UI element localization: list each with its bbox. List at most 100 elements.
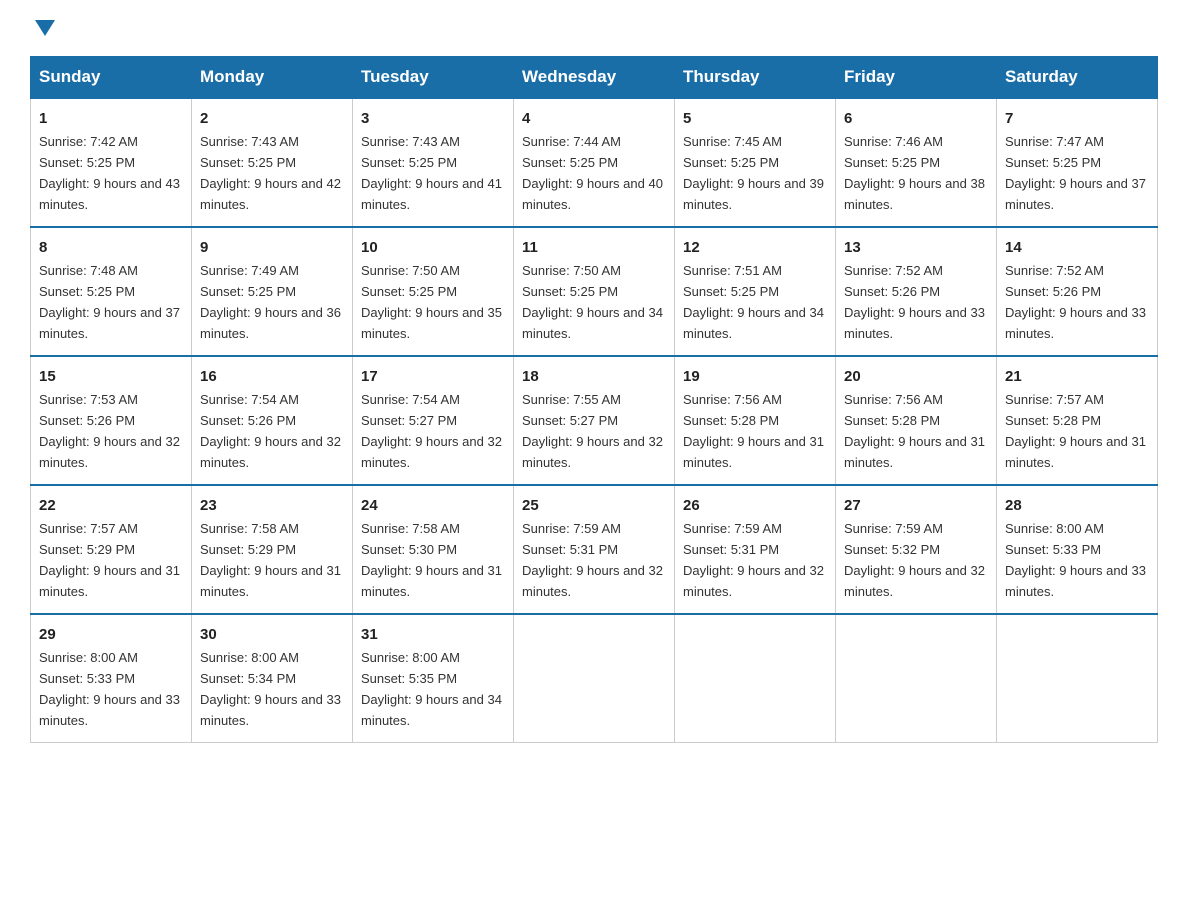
calendar-cell: 18 Sunrise: 7:55 AMSunset: 5:27 PMDaylig… (514, 356, 675, 485)
day-info: Sunrise: 7:44 AMSunset: 5:25 PMDaylight:… (522, 134, 663, 212)
column-header-monday: Monday (192, 57, 353, 99)
day-info: Sunrise: 7:57 AMSunset: 5:29 PMDaylight:… (39, 521, 180, 599)
calendar-cell: 29 Sunrise: 8:00 AMSunset: 5:33 PMDaylig… (31, 614, 192, 742)
day-info: Sunrise: 8:00 AMSunset: 5:35 PMDaylight:… (361, 650, 502, 728)
column-header-thursday: Thursday (675, 57, 836, 99)
day-info: Sunrise: 7:51 AMSunset: 5:25 PMDaylight:… (683, 263, 824, 341)
column-header-wednesday: Wednesday (514, 57, 675, 99)
day-number: 9 (200, 236, 344, 259)
day-number: 29 (39, 623, 183, 646)
calendar-cell: 23 Sunrise: 7:58 AMSunset: 5:29 PMDaylig… (192, 485, 353, 614)
day-info: Sunrise: 8:00 AMSunset: 5:34 PMDaylight:… (200, 650, 341, 728)
calendar-cell: 8 Sunrise: 7:48 AMSunset: 5:25 PMDayligh… (31, 227, 192, 356)
day-number: 18 (522, 365, 666, 388)
calendar-cell: 1 Sunrise: 7:42 AMSunset: 5:25 PMDayligh… (31, 98, 192, 227)
day-info: Sunrise: 7:50 AMSunset: 5:25 PMDaylight:… (522, 263, 663, 341)
calendar-cell: 2 Sunrise: 7:43 AMSunset: 5:25 PMDayligh… (192, 98, 353, 227)
day-number: 25 (522, 494, 666, 517)
day-number: 26 (683, 494, 827, 517)
day-number: 5 (683, 107, 827, 130)
calendar-cell: 3 Sunrise: 7:43 AMSunset: 5:25 PMDayligh… (353, 98, 514, 227)
day-info: Sunrise: 7:48 AMSunset: 5:25 PMDaylight:… (39, 263, 180, 341)
day-info: Sunrise: 7:47 AMSunset: 5:25 PMDaylight:… (1005, 134, 1146, 212)
calendar-cell: 30 Sunrise: 8:00 AMSunset: 5:34 PMDaylig… (192, 614, 353, 742)
calendar-week-4: 22 Sunrise: 7:57 AMSunset: 5:29 PMDaylig… (31, 485, 1158, 614)
calendar-cell: 31 Sunrise: 8:00 AMSunset: 5:35 PMDaylig… (353, 614, 514, 742)
calendar-cell: 27 Sunrise: 7:59 AMSunset: 5:32 PMDaylig… (836, 485, 997, 614)
day-number: 7 (1005, 107, 1149, 130)
day-info: Sunrise: 7:59 AMSunset: 5:32 PMDaylight:… (844, 521, 985, 599)
calendar-cell: 4 Sunrise: 7:44 AMSunset: 5:25 PMDayligh… (514, 98, 675, 227)
day-number: 28 (1005, 494, 1149, 517)
calendar-cell: 16 Sunrise: 7:54 AMSunset: 5:26 PMDaylig… (192, 356, 353, 485)
day-number: 30 (200, 623, 344, 646)
day-number: 8 (39, 236, 183, 259)
logo-triangle-icon (35, 20, 55, 36)
day-number: 22 (39, 494, 183, 517)
day-number: 12 (683, 236, 827, 259)
calendar-cell: 11 Sunrise: 7:50 AMSunset: 5:25 PMDaylig… (514, 227, 675, 356)
day-info: Sunrise: 7:52 AMSunset: 5:26 PMDaylight:… (1005, 263, 1146, 341)
day-number: 15 (39, 365, 183, 388)
calendar-cell: 9 Sunrise: 7:49 AMSunset: 5:25 PMDayligh… (192, 227, 353, 356)
day-number: 14 (1005, 236, 1149, 259)
day-number: 4 (522, 107, 666, 130)
calendar-week-2: 8 Sunrise: 7:48 AMSunset: 5:25 PMDayligh… (31, 227, 1158, 356)
calendar-cell: 14 Sunrise: 7:52 AMSunset: 5:26 PMDaylig… (997, 227, 1158, 356)
calendar-cell: 21 Sunrise: 7:57 AMSunset: 5:28 PMDaylig… (997, 356, 1158, 485)
calendar-cell: 6 Sunrise: 7:46 AMSunset: 5:25 PMDayligh… (836, 98, 997, 227)
calendar-week-3: 15 Sunrise: 7:53 AMSunset: 5:26 PMDaylig… (31, 356, 1158, 485)
day-number: 23 (200, 494, 344, 517)
day-number: 13 (844, 236, 988, 259)
day-info: Sunrise: 7:56 AMSunset: 5:28 PMDaylight:… (683, 392, 824, 470)
calendar-week-5: 29 Sunrise: 8:00 AMSunset: 5:33 PMDaylig… (31, 614, 1158, 742)
day-number: 6 (844, 107, 988, 130)
day-number: 24 (361, 494, 505, 517)
day-number: 2 (200, 107, 344, 130)
calendar-header-row: SundayMondayTuesdayWednesdayThursdayFrid… (31, 57, 1158, 99)
calendar-cell: 10 Sunrise: 7:50 AMSunset: 5:25 PMDaylig… (353, 227, 514, 356)
day-info: Sunrise: 7:52 AMSunset: 5:26 PMDaylight:… (844, 263, 985, 341)
day-number: 10 (361, 236, 505, 259)
day-info: Sunrise: 7:57 AMSunset: 5:28 PMDaylight:… (1005, 392, 1146, 470)
calendar-cell (836, 614, 997, 742)
day-info: Sunrise: 7:58 AMSunset: 5:30 PMDaylight:… (361, 521, 502, 599)
calendar-cell: 7 Sunrise: 7:47 AMSunset: 5:25 PMDayligh… (997, 98, 1158, 227)
calendar-week-1: 1 Sunrise: 7:42 AMSunset: 5:25 PMDayligh… (31, 98, 1158, 227)
day-info: Sunrise: 7:54 AMSunset: 5:27 PMDaylight:… (361, 392, 502, 470)
column-header-tuesday: Tuesday (353, 57, 514, 99)
calendar-cell: 26 Sunrise: 7:59 AMSunset: 5:31 PMDaylig… (675, 485, 836, 614)
calendar-cell (997, 614, 1158, 742)
calendar-cell: 5 Sunrise: 7:45 AMSunset: 5:25 PMDayligh… (675, 98, 836, 227)
calendar-table: SundayMondayTuesdayWednesdayThursdayFrid… (30, 56, 1158, 743)
calendar-cell: 12 Sunrise: 7:51 AMSunset: 5:25 PMDaylig… (675, 227, 836, 356)
day-number: 19 (683, 365, 827, 388)
calendar-cell: 15 Sunrise: 7:53 AMSunset: 5:26 PMDaylig… (31, 356, 192, 485)
day-info: Sunrise: 7:50 AMSunset: 5:25 PMDaylight:… (361, 263, 502, 341)
day-number: 16 (200, 365, 344, 388)
day-info: Sunrise: 8:00 AMSunset: 5:33 PMDaylight:… (1005, 521, 1146, 599)
calendar-cell: 19 Sunrise: 7:56 AMSunset: 5:28 PMDaylig… (675, 356, 836, 485)
day-info: Sunrise: 7:54 AMSunset: 5:26 PMDaylight:… (200, 392, 341, 470)
day-info: Sunrise: 7:59 AMSunset: 5:31 PMDaylight:… (683, 521, 824, 599)
day-info: Sunrise: 7:46 AMSunset: 5:25 PMDaylight:… (844, 134, 985, 212)
day-info: Sunrise: 7:45 AMSunset: 5:25 PMDaylight:… (683, 134, 824, 212)
calendar-cell: 24 Sunrise: 7:58 AMSunset: 5:30 PMDaylig… (353, 485, 514, 614)
day-number: 27 (844, 494, 988, 517)
day-info: Sunrise: 7:58 AMSunset: 5:29 PMDaylight:… (200, 521, 341, 599)
day-number: 31 (361, 623, 505, 646)
column-header-friday: Friday (836, 57, 997, 99)
day-info: Sunrise: 7:59 AMSunset: 5:31 PMDaylight:… (522, 521, 663, 599)
calendar-cell: 20 Sunrise: 7:56 AMSunset: 5:28 PMDaylig… (836, 356, 997, 485)
logo (30, 20, 55, 38)
day-number: 17 (361, 365, 505, 388)
day-info: Sunrise: 7:55 AMSunset: 5:27 PMDaylight:… (522, 392, 663, 470)
day-info: Sunrise: 7:43 AMSunset: 5:25 PMDaylight:… (200, 134, 341, 212)
day-number: 21 (1005, 365, 1149, 388)
column-header-saturday: Saturday (997, 57, 1158, 99)
calendar-cell: 28 Sunrise: 8:00 AMSunset: 5:33 PMDaylig… (997, 485, 1158, 614)
calendar-cell: 17 Sunrise: 7:54 AMSunset: 5:27 PMDaylig… (353, 356, 514, 485)
day-number: 11 (522, 236, 666, 259)
logo-blue-text (30, 20, 55, 38)
day-info: Sunrise: 7:43 AMSunset: 5:25 PMDaylight:… (361, 134, 502, 212)
